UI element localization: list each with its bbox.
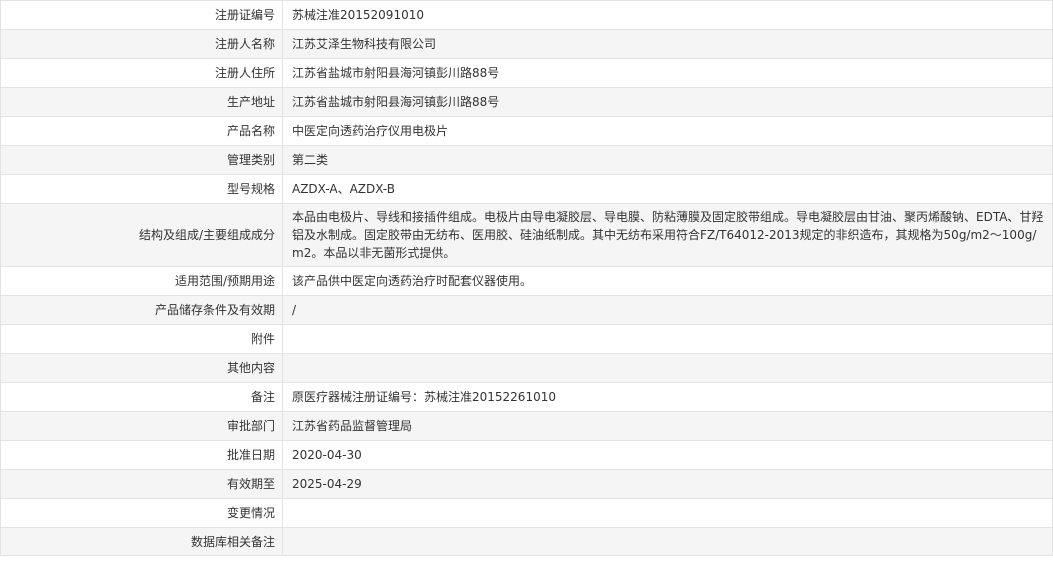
row-label-approval-department: 审批部门 [0,411,283,441]
row-label-change-status: 变更情况 [0,498,283,528]
table-row: 适用范围/预期用途 该产品供中医定向透药治疗时配套仪器使用。 [0,266,1053,296]
table-row: 其他内容 [0,353,1053,383]
registration-detail-table: 注册证编号 苏械注准20152091010 注册人名称 江苏艾泽生物科技有限公司… [0,0,1053,556]
table-row: 批准日期 2020-04-30 [0,440,1053,470]
table-row: 数据库相关备注 [0,527,1053,556]
row-value-model-spec: AZDX-A、AZDX-B [282,174,1053,204]
row-value-change-status [282,498,1053,528]
row-label-remarks: 备注 [0,382,283,412]
row-label-intended-use: 适用范围/预期用途 [0,266,283,296]
row-label-product-name: 产品名称 [0,116,283,146]
row-label-database-remarks: 数据库相关备注 [0,527,283,556]
row-value-production-address: 江苏省盐城市射阳县海河镇彭川路88号 [282,87,1053,117]
table-row: 产品名称 中医定向透药治疗仪用电极片 [0,116,1053,146]
table-row: 注册人名称 江苏艾泽生物科技有限公司 [0,29,1053,59]
row-value-registrant-address: 江苏省盐城市射阳县海河镇彭川路88号 [282,58,1053,88]
row-value-attachments [282,324,1053,354]
row-label-storage-validity: 产品储存条件及有效期 [0,295,283,325]
row-value-structure-composition: 本品由电极片、导线和接插件组成。电极片由导电凝胶层、导电膜、防粘薄膜及固定胶带组… [282,203,1053,267]
table-row: 型号规格 AZDX-A、AZDX-B [0,174,1053,204]
row-label-model-spec: 型号规格 [0,174,283,204]
row-label-registration-no: 注册证编号 [0,0,283,30]
row-value-management-category: 第二类 [282,145,1053,175]
row-value-intended-use: 该产品供中医定向透药治疗时配套仪器使用。 [282,266,1053,296]
row-value-approval-department: 江苏省药品监督管理局 [282,411,1053,441]
table-row: 变更情况 [0,498,1053,528]
table-row: 注册证编号 苏械注准20152091010 [0,0,1053,30]
table-row: 生产地址 江苏省盐城市射阳县海河镇彭川路88号 [0,87,1053,117]
row-value-storage-validity: / [282,295,1053,325]
row-label-management-category: 管理类别 [0,145,283,175]
row-value-other-content [282,353,1053,383]
row-label-registrant-address: 注册人住所 [0,58,283,88]
table-row: 注册人住所 江苏省盐城市射阳县海河镇彭川路88号 [0,58,1053,88]
row-value-database-remarks [282,527,1053,556]
table-row: 有效期至 2025-04-29 [0,469,1053,499]
row-value-approval-date: 2020-04-30 [282,440,1053,470]
table-row: 附件 [0,324,1053,354]
table-row: 管理类别 第二类 [0,145,1053,175]
row-value-product-name: 中医定向透药治疗仪用电极片 [282,116,1053,146]
row-value-registration-no: 苏械注准20152091010 [282,0,1053,30]
row-label-production-address: 生产地址 [0,87,283,117]
row-label-valid-until: 有效期至 [0,469,283,499]
table-row: 审批部门 江苏省药品监督管理局 [0,411,1053,441]
table-row: 结构及组成/主要组成成分 本品由电极片、导线和接插件组成。电极片由导电凝胶层、导… [0,203,1053,267]
row-label-attachments: 附件 [0,324,283,354]
row-label-other-content: 其他内容 [0,353,283,383]
table-row: 产品储存条件及有效期 / [0,295,1053,325]
row-label-registrant-name: 注册人名称 [0,29,283,59]
row-label-approval-date: 批准日期 [0,440,283,470]
row-value-remarks: 原医疗器械注册证编号：苏械注准20152261010 [282,382,1053,412]
row-value-valid-until: 2025-04-29 [282,469,1053,499]
row-value-registrant-name: 江苏艾泽生物科技有限公司 [282,29,1053,59]
table-row: 备注 原医疗器械注册证编号：苏械注准20152261010 [0,382,1053,412]
row-label-structure-composition: 结构及组成/主要组成成分 [0,203,283,267]
